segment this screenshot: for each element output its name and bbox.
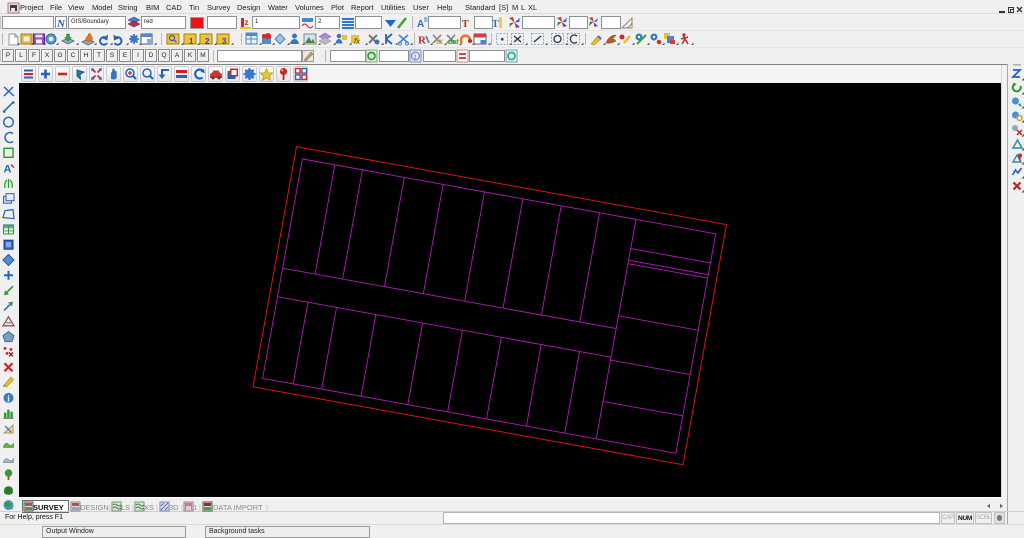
svg-text:fx: fx [354,37,361,46]
svg-text:i: i [7,393,10,403]
svg-text:tx: tx [436,37,444,46]
svg-text:z: z [245,18,249,27]
svg-text:A: A [4,164,12,176]
svg-text:dat: dat [448,39,459,46]
svg-text:1: 1 [189,37,194,46]
svg-text:2: 2 [205,37,210,46]
svg-text:T: T [462,19,469,30]
svg-text:3: 3 [222,37,227,46]
svg-text:i: i [414,52,417,61]
svg-text:R: R [418,35,427,47]
svg-text:A: A [417,19,424,30]
svg-text:T: T [492,19,499,30]
